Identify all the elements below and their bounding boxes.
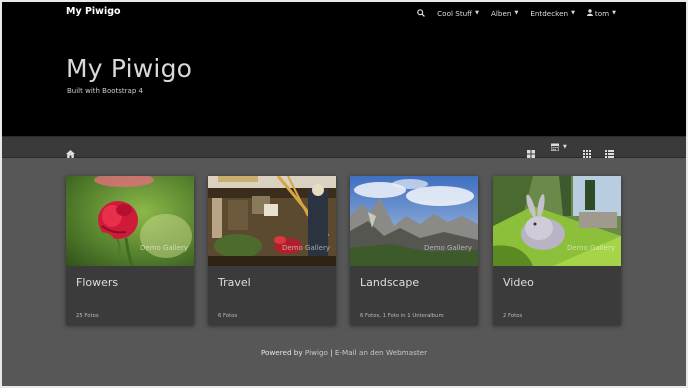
album-title[interactable]: Flowers	[76, 276, 118, 289]
list-view-icon[interactable]	[605, 143, 614, 162]
top-navbar: My Piwigo Cool Stuff ▼ Alben ▼ Entdecken ▼ …	[2, 2, 686, 24]
album-card-flowers[interactable]: Demo Gallery Flowers 25 Fotos	[66, 176, 194, 325]
menu-alben-label: Alben	[491, 8, 512, 18]
calendar-icon[interactable]: ▼	[551, 143, 567, 151]
chevron-down-icon: ▼	[612, 10, 616, 16]
album-thumbnail-landscape: Demo Gallery	[350, 176, 478, 266]
user-icon	[586, 8, 593, 18]
footer: Powered by Piwigo | E-Mail an den Webmas…	[2, 348, 686, 357]
menu-user-label: tom	[594, 8, 610, 18]
chevron-down-icon: ▼	[563, 144, 567, 150]
menu-alben[interactable]: Alben ▼	[491, 9, 518, 18]
album-title[interactable]: Travel	[218, 276, 251, 289]
album-count: 2 Fotos	[503, 313, 523, 319]
home-icon[interactable]	[66, 143, 75, 162]
album-thumbnail-travel: Demo Gallery	[208, 176, 336, 266]
piwigo-link[interactable]: Piwigo	[305, 348, 328, 357]
chevron-down-icon: ▼	[475, 10, 479, 16]
footer-separator: |	[327, 348, 335, 357]
nav-right: Cool Stuff ▼ Alben ▼ Entdecken ▼ tom ▼	[417, 2, 616, 24]
thumbnail-watermark: Demo Gallery	[140, 244, 188, 252]
footer-prefix: Powered by	[260, 348, 305, 357]
album-title[interactable]: Landscape	[360, 276, 419, 289]
page-title: My Piwigo	[66, 54, 193, 83]
menu-entdecken[interactable]: Entdecken ▼	[530, 9, 575, 18]
webmaster-email-link[interactable]: E-Mail an den Webmaster	[335, 348, 427, 357]
menu-cool-stuff-label: Cool Stuff	[437, 8, 473, 18]
album-count: 6 Fotos, 1 Foto in 1 Unteralbum	[360, 313, 444, 319]
thumbnail-watermark: Demo Gallery	[567, 244, 615, 252]
album-count: 6 Fotos	[218, 313, 238, 319]
brand-link[interactable]: My Piwigo	[66, 6, 121, 17]
menu-entdecken-label: Entdecken	[530, 8, 569, 18]
album-card-travel[interactable]: Demo Gallery Travel 6 Fotos	[208, 176, 336, 325]
page-subtitle: Built with Bootstrap 4	[67, 87, 143, 95]
toolbar: ▼	[2, 136, 686, 158]
chevron-down-icon: ▼	[571, 10, 575, 16]
thumbnail-watermark: Demo Gallery	[282, 244, 330, 252]
album-card-video[interactable]: Demo Gallery Video 2 Fotos	[493, 176, 621, 325]
album-count: 25 Fotos	[76, 313, 99, 319]
page: My Piwigo Cool Stuff ▼ Alben ▼ Entdecken ▼ …	[2, 2, 686, 386]
grid-view-icon[interactable]	[527, 143, 535, 162]
menu-cool-stuff[interactable]: Cool Stuff ▼	[437, 9, 479, 18]
menu-user[interactable]: tom ▼	[586, 8, 616, 18]
chevron-down-icon: ▼	[514, 10, 519, 16]
album-thumbnail-flowers: Demo Gallery	[66, 176, 194, 266]
thumbnail-watermark: Demo Gallery	[424, 244, 472, 252]
album-card-landscape[interactable]: Demo Gallery Landscape 6 Fotos, 1 Foto i…	[350, 176, 478, 325]
album-title[interactable]: Video	[503, 276, 534, 289]
album-thumbnail-video: Demo Gallery	[493, 176, 621, 266]
jumbotron: My Piwigo Built with Bootstrap 4	[2, 24, 686, 136]
search-icon[interactable]	[417, 9, 426, 17]
thumbnails-icon[interactable]	[583, 143, 591, 162]
